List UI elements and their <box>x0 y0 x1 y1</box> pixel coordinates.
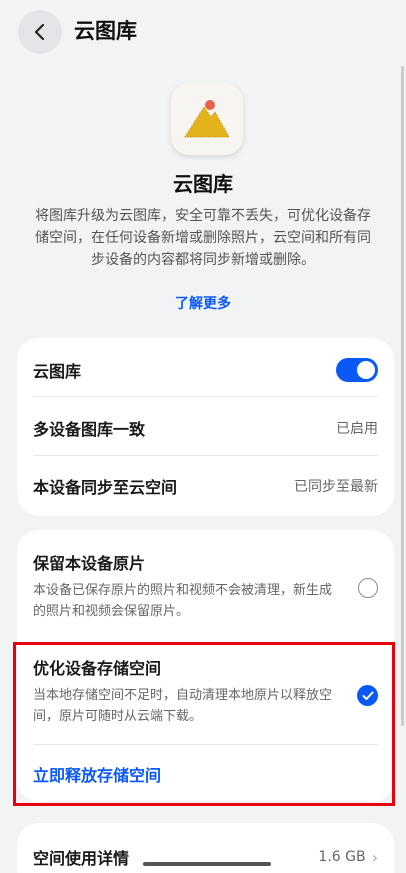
free-up-storage-link[interactable]: 立即释放存储空间 <box>33 765 161 787</box>
checkmark-icon <box>362 691 373 700</box>
keep-original-radio[interactable] <box>358 578 378 598</box>
usage-row[interactable]: 空间使用详情 1.6 GB › <box>33 843 378 871</box>
keep-original-title: 保留本设备原片 <box>33 554 146 573</box>
multi-device-row[interactable]: 多设备图库一致 已启用 <box>33 414 378 442</box>
toggle-knob <box>357 361 375 379</box>
usage-label: 空间使用详情 <box>33 849 130 868</box>
storage-options-card: 保留本设备原片 本设备已保存原片的照片和视频不会被清理，新生成的照片和视频会保留… <box>17 530 394 802</box>
optimize-storage-description: 当本地存储空间不足时，自动清理本地原片以释放空间，原片可随时从云端下载。 <box>33 688 333 724</box>
learn-more-link[interactable]: 了解更多 <box>0 293 406 315</box>
chevron-right-icon: › <box>371 847 378 867</box>
optimize-storage-radio[interactable] <box>357 685 378 706</box>
divider <box>33 396 378 397</box>
cloud-gallery-label: 云图库 <box>33 362 82 381</box>
sync-label: 本设备同步至云空间 <box>33 478 178 497</box>
sync-status: 已同步至最新 <box>294 479 378 495</box>
cloud-gallery-row[interactable]: 云图库 <box>33 356 378 384</box>
page-title: 云图库 <box>74 19 137 43</box>
chevron-left-icon <box>34 23 45 41</box>
cloud-gallery-toggle[interactable] <box>336 358 378 382</box>
sync-settings-card: 云图库 多设备图库一致 已启用 本设备同步至云空间 已同步至最新 <box>17 338 394 516</box>
hero-title: 云图库 <box>173 172 233 196</box>
header: 云图库 <box>0 0 406 66</box>
scrollbar[interactable] <box>401 66 404 726</box>
divider <box>33 744 378 745</box>
multi-device-label: 多设备图库一致 <box>33 420 146 439</box>
divider <box>33 455 378 456</box>
cloud-gallery-app-icon <box>171 83 243 155</box>
keep-original-description: 本设备已保存原片的照片和视频不会被清理，新生成的照片和视频会保留原片。 <box>33 583 333 619</box>
mountain-sun-icon <box>184 100 230 138</box>
back-button[interactable] <box>18 10 62 54</box>
multi-device-status: 已启用 <box>336 421 378 437</box>
hero-description: 将图库升级为云图库，安全可靠不丢失，可优化设备存储空间，在任何设备新增或删除照片… <box>35 208 371 268</box>
usage-value: 1.6 GB <box>318 849 366 865</box>
sync-row[interactable]: 本设备同步至云空间 已同步至最新 <box>33 472 378 500</box>
optimize-storage-title: 优化设备存储空间 <box>33 659 162 678</box>
cloud-gallery-settings-page: 云图库 云图库 将图库升级为云图库，安全可靠不丢失，可优化设备存储空间，在任何设… <box>0 0 406 873</box>
home-indicator[interactable] <box>143 862 271 866</box>
